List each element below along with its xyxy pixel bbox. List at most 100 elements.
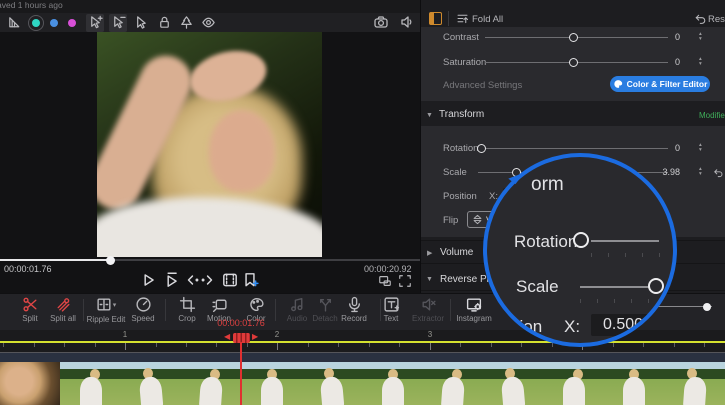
volume-section-title[interactable]: Volume: [440, 247, 473, 258]
stepper-down-icon[interactable]: ▾: [699, 62, 702, 67]
ruler-tick-label: 3: [428, 330, 432, 339]
lock-icon[interactable]: [157, 15, 172, 30]
saturation-value: 0: [660, 57, 680, 67]
fold-all-label[interactable]: Fold All: [472, 14, 503, 25]
magnified-rotation-track: [591, 240, 659, 242]
marker-dot-magenta[interactable]: [68, 19, 76, 27]
cursor-select-icon[interactable]: [133, 15, 148, 30]
clip-thumbnail[interactable]: [302, 362, 362, 405]
split-all-icon: [55, 296, 72, 313]
scale-reset-icon[interactable]: [712, 167, 723, 178]
eye-icon[interactable]: [201, 15, 216, 30]
trim-right-icon[interactable]: ▶: [252, 332, 258, 342]
clip-thumbnail[interactable]: [60, 362, 120, 405]
flip-label: Flip: [443, 215, 458, 226]
magnified-position-fragment: ition: [511, 317, 542, 337]
extractor-speaker-icon: [420, 296, 437, 313]
clip-thumbnail[interactable]: [604, 362, 664, 405]
cursor-trim-tool[interactable]: [109, 14, 127, 32]
video-clip-track[interactable]: [0, 362, 725, 405]
scale-label: Scale: [443, 167, 467, 178]
speed-gauge-icon: [135, 296, 152, 313]
speaker-icon[interactable]: [399, 14, 415, 30]
clip-thumbnail[interactable]: [0, 362, 60, 405]
total-duration: 00:00:20.92: [364, 264, 412, 274]
playback-progress-fill: [0, 259, 110, 261]
transform-collapse-icon[interactable]: ▼: [426, 112, 433, 119]
stepper-down-icon[interactable]: ▾: [699, 172, 702, 177]
timeline-ruler-ticks[interactable]: [0, 343, 725, 351]
rotation-stepper[interactable]: ▴▾: [699, 143, 702, 152]
snapshot-camera-icon[interactable]: [373, 14, 389, 30]
reverse-collapse-icon[interactable]: ▼: [426, 276, 433, 283]
palette-icon: [613, 79, 623, 89]
clip-thumbnail[interactable]: [483, 362, 543, 405]
trim-left-icon[interactable]: ◀: [224, 332, 230, 342]
volume-collapse-icon[interactable]: ▶: [427, 249, 432, 257]
clip-thumbnail[interactable]: [242, 362, 302, 405]
clip-thumbnail[interactable]: [362, 362, 422, 405]
marker-dot-blue[interactable]: [50, 19, 58, 27]
contrast-stepper[interactable]: ▴▾: [699, 32, 702, 41]
magnified-transform-fragment: orm: [531, 174, 564, 196]
scale-stepper[interactable]: ▴▾: [699, 167, 702, 176]
playhead-line[interactable]: [240, 342, 242, 405]
magnified-rotation-handle: [573, 232, 589, 248]
keyframe-tree-icon[interactable]: [179, 15, 194, 30]
transform-modified-badge: Modified: [699, 111, 725, 120]
clip-thumbnail[interactable]: [121, 362, 181, 405]
clip-thumbnail[interactable]: [423, 362, 483, 405]
contrast-value: 0: [660, 32, 680, 42]
playback-progress-handle[interactable]: [106, 256, 115, 265]
video-subject-face: [209, 110, 275, 192]
clip-thumbnail[interactable]: [664, 362, 724, 405]
add-marker-button[interactable]: [241, 271, 259, 289]
instagram-label: Instagram: [442, 314, 506, 323]
cursor-plus-icon: [88, 15, 103, 30]
magnified-tick-marks: [591, 253, 661, 257]
video-frame[interactable]: [97, 32, 322, 257]
stepper-down-icon[interactable]: ▾: [699, 37, 702, 42]
stepper-down-icon[interactable]: ▾: [699, 148, 702, 153]
next-frame-button[interactable]: [198, 271, 216, 289]
contrast-slider-handle[interactable]: [569, 33, 578, 42]
magnified-rotation-label: Rotation: [514, 232, 577, 252]
timeline-zoom-handle[interactable]: [703, 303, 711, 311]
playhead-grip[interactable]: [233, 333, 250, 343]
rotation-value: 0: [660, 143, 680, 153]
panel-tab-icon[interactable]: [429, 12, 442, 25]
saturation-stepper[interactable]: ▴▾: [699, 57, 702, 66]
magnified-position-value: 0.500: [591, 314, 655, 336]
magnified-scale-handle: [648, 278, 664, 294]
fold-all-icon[interactable]: [456, 12, 469, 25]
pip-view-icon[interactable]: [378, 274, 392, 288]
play-button[interactable]: [139, 271, 157, 289]
marker-dot-cyan[interactable]: [32, 19, 40, 27]
snapshot-button[interactable]: [221, 271, 239, 289]
transform-section-title[interactable]: Transform: [439, 109, 484, 120]
position-label: Position: [443, 191, 477, 202]
instagram-screen-gear-icon: [465, 296, 483, 313]
rotation-slider-handle[interactable]: [477, 144, 486, 153]
reset-label[interactable]: Reset: [708, 14, 725, 25]
color-filter-editor-button[interactable]: Color & Filter Editor: [610, 76, 710, 92]
saturation-slider-handle[interactable]: [569, 58, 578, 67]
rotation-slider[interactable]: [478, 148, 668, 149]
fullscreen-icon[interactable]: [398, 274, 412, 288]
autosave-status: aved 1 hours ago: [0, 0, 63, 10]
panel-header-divider: [448, 11, 449, 26]
play-to-marker-button[interactable]: [162, 271, 180, 289]
advanced-settings-label: Advanced Settings: [443, 80, 522, 91]
magnified-tick-marks: [580, 299, 650, 303]
video-editor-window: aved 1 hours ago 4 00:00:01.76 00:00:20.…: [0, 0, 725, 405]
cursor-add-tool[interactable]: [86, 14, 104, 32]
clip-thumbnail[interactable]: [181, 362, 241, 405]
scale-value: 3.98: [653, 167, 680, 177]
flip-vertical-icon: [472, 214, 483, 225]
render-preview-icon[interactable]: [7, 15, 22, 30]
color-palette-icon: [248, 296, 265, 313]
reset-undo-icon[interactable]: [693, 12, 706, 25]
video-track-header-bar[interactable]: [0, 353, 725, 362]
magnified-axis-label: X:: [564, 317, 580, 337]
clip-thumbnail[interactable]: [544, 362, 604, 405]
